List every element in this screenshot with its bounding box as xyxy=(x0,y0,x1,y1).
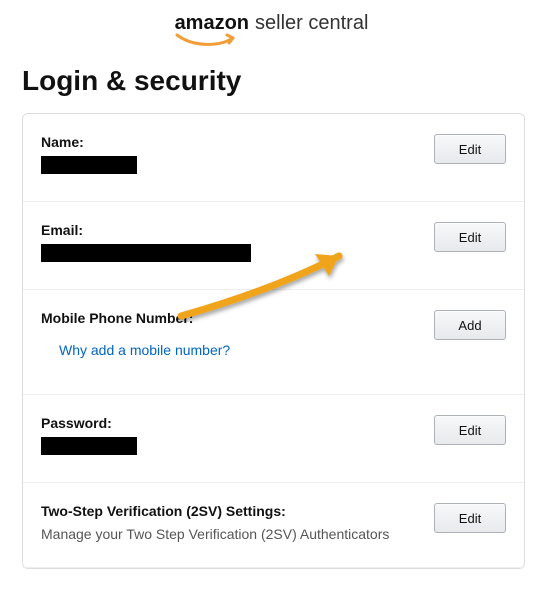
add-phone-button[interactable]: Add xyxy=(434,310,506,340)
password-label: Password: xyxy=(41,415,422,431)
email-label: Email: xyxy=(41,222,422,238)
settings-card: Name: Edit Email: Edit Mobile Phone Numb… xyxy=(22,113,525,569)
row-password: Password: Edit xyxy=(23,395,524,483)
header-logo: amazon seller central xyxy=(0,12,543,47)
name-value-redacted xyxy=(41,156,137,174)
row-2sv: Two-Step Verification (2SV) Settings: Ma… xyxy=(23,483,524,568)
password-value-redacted xyxy=(41,437,137,455)
logo-brand: amazon xyxy=(175,12,249,47)
page-title: Login & security xyxy=(22,65,543,97)
why-add-mobile-link[interactable]: Why add a mobile number? xyxy=(59,342,230,358)
amazon-smile-icon xyxy=(175,33,247,47)
logo-suffix: seller central xyxy=(255,12,368,35)
email-value-redacted xyxy=(41,244,251,262)
twosv-label: Two-Step Verification (2SV) Settings: xyxy=(41,503,422,519)
row-name: Name: Edit xyxy=(23,114,524,202)
phone-label: Mobile Phone Number: xyxy=(41,310,422,326)
edit-name-button[interactable]: Edit xyxy=(434,134,506,164)
logo-brand-text: amazon xyxy=(175,12,249,34)
name-label: Name: xyxy=(41,134,422,150)
twosv-subtext: Manage your Two Step Verification (2SV) … xyxy=(41,525,422,545)
row-email: Email: Edit xyxy=(23,202,524,290)
edit-2sv-button[interactable]: Edit xyxy=(434,503,506,533)
row-phone: Mobile Phone Number: Why add a mobile nu… xyxy=(23,290,524,395)
edit-email-button[interactable]: Edit xyxy=(434,222,506,252)
edit-password-button[interactable]: Edit xyxy=(434,415,506,445)
